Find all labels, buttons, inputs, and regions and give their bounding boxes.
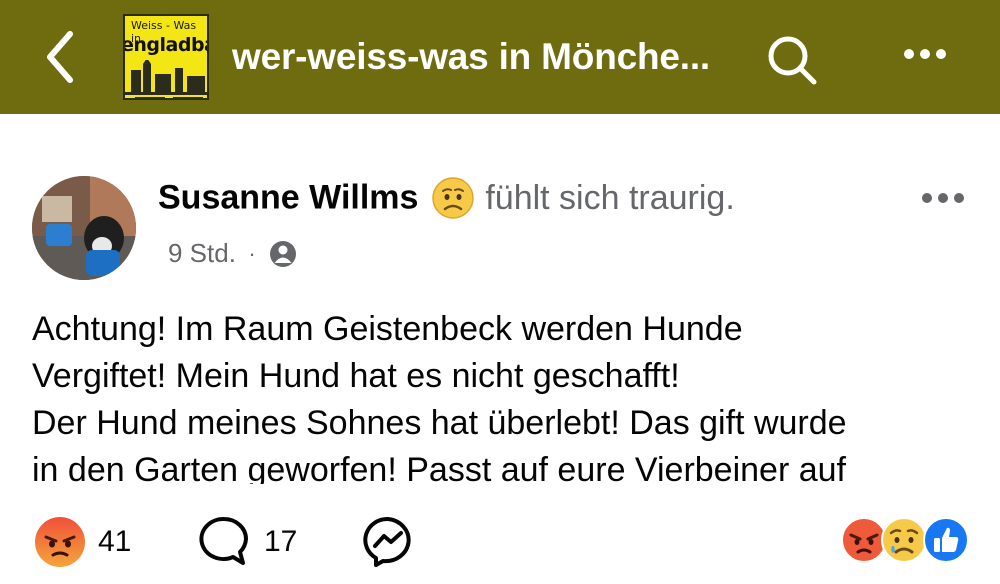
angry-reaction-button[interactable] — [33, 515, 87, 569]
logo-text-main: engladba — [123, 34, 209, 56]
city-skyline-icon — [125, 60, 207, 98]
meta-separator: · — [248, 240, 256, 266]
search-button[interactable] — [766, 34, 818, 86]
more-horizontal-icon — [922, 190, 978, 208]
post-meta: 9 Std. · — [168, 238, 298, 270]
post-line: Der Hund meines Sohnes hat überlebt! Das… — [32, 404, 847, 442]
group-logo[interactable]: Weiss - Was in engladba — [123, 14, 209, 100]
post-timestamp[interactable]: 9 Std. — [168, 238, 236, 268]
group-more-button[interactable] — [904, 46, 956, 70]
author-name[interactable]: Susanne Willms — [158, 179, 418, 217]
profile-photo-dog — [32, 176, 136, 280]
chevron-left-icon — [47, 31, 73, 83]
reaction-count[interactable]: 41 — [98, 525, 131, 559]
messenger-icon[interactable] — [362, 515, 414, 567]
comment-count[interactable]: 17 — [264, 525, 297, 559]
comment-bubble-icon[interactable] — [198, 515, 250, 567]
post-line: Vergiftet! Mein Hund hat es nicht gescha… — [32, 357, 680, 395]
more-horizontal-icon — [904, 46, 956, 64]
post-line: in den Garten geworfen! Passt auf eure V… — [32, 451, 846, 484]
sad-emoji-icon — [881, 517, 927, 563]
reaction-summary[interactable] — [840, 516, 970, 566]
group-title[interactable]: wer-weiss-was in Mönche... — [232, 36, 710, 78]
like-thumb-icon — [923, 517, 969, 563]
post-author-line: Susanne Willms fühlt sich traurig. — [158, 176, 735, 220]
search-icon — [768, 36, 817, 85]
post-line: Achtung! Im Raum Geistenbeck werden Hund… — [32, 310, 743, 348]
feeling-text: fühlt sich traurig. — [485, 178, 735, 217]
post-options-button[interactable] — [922, 190, 978, 210]
post-body: Achtung! Im Raum Geistenbeck werden Hund… — [32, 306, 982, 484]
friends-privacy-icon — [270, 240, 297, 267]
avatar[interactable] — [32, 176, 136, 280]
sad-feeling-emoji-icon — [432, 177, 474, 219]
group-header-bar: Weiss - Was in engladba wer-weiss-was in… — [0, 0, 1000, 114]
back-button[interactable] — [36, 28, 86, 86]
